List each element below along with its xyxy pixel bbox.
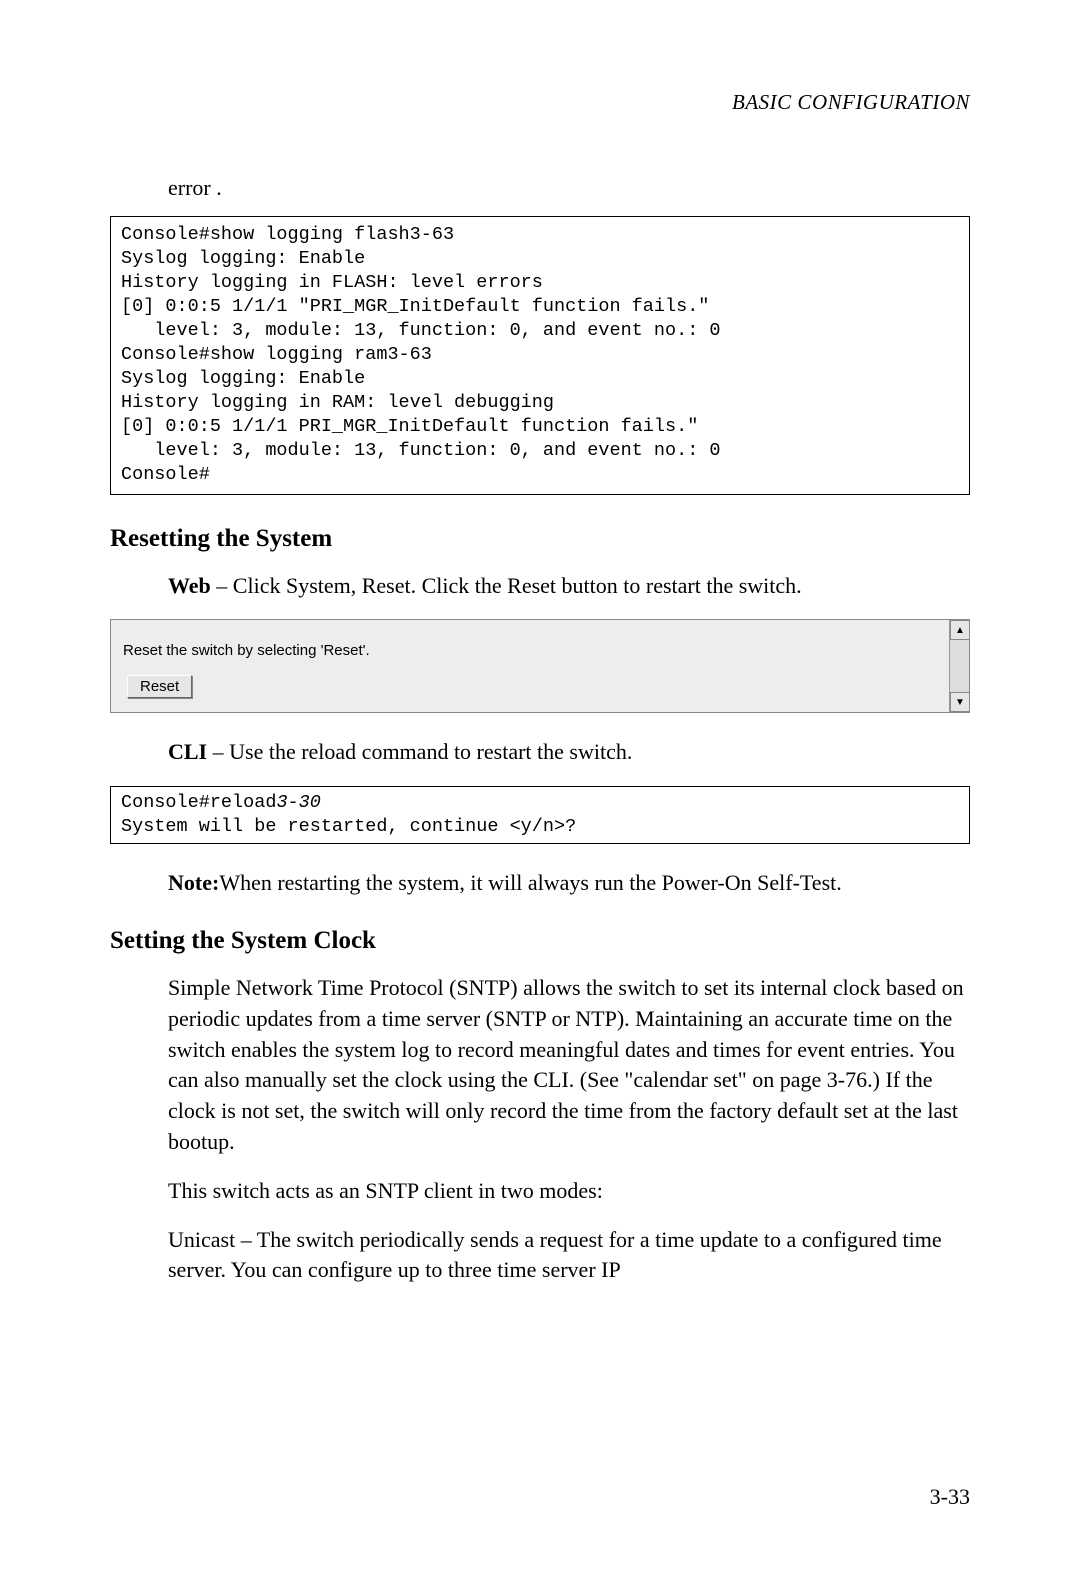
- note-text: Note:When restarting the system, it will…: [168, 868, 970, 899]
- sntp-paragraph-1: Simple Network Time Protocol (SNTP) allo…: [168, 973, 970, 1158]
- reset-button[interactable]: Reset: [127, 675, 192, 698]
- code2-linea: Console#reload: [121, 792, 276, 813]
- gui-instruction-text: Reset the switch by selecting 'Reset'.: [123, 642, 957, 659]
- heading-resetting-system: Resetting the System: [110, 525, 970, 553]
- scroll-up-icon[interactable]: ▲: [950, 620, 970, 640]
- note-rest: When restarting the system, it will alwa…: [219, 870, 841, 895]
- vertical-scrollbar[interactable]: ▲ ▼: [949, 620, 969, 712]
- error-label: error .: [168, 175, 970, 201]
- cli-prefix: CLI: [168, 739, 207, 764]
- heading-system-clock: Setting the System Clock: [110, 927, 970, 955]
- cli-instruction: CLI – Use the reload command to restart …: [168, 737, 970, 768]
- web-instruction: Web – Click System, Reset. Click the Res…: [168, 571, 970, 602]
- code2-italic: 3-30: [276, 792, 320, 813]
- page-header-section: BASIC CONFIGURATION: [110, 90, 970, 115]
- gui-reset-panel: Reset the switch by selecting 'Reset'. R…: [110, 619, 970, 713]
- note-prefix: Note:: [168, 870, 219, 895]
- web-prefix: Web: [168, 573, 211, 598]
- scroll-down-icon[interactable]: ▼: [950, 692, 970, 712]
- code2-lineb: System will be restarted, continue <y/n>…: [121, 816, 576, 837]
- code-block-logging: Console#show logging flash3-63 Syslog lo…: [110, 216, 970, 495]
- sntp-paragraph-2: This switch acts as an SNTP client in tw…: [168, 1176, 970, 1207]
- web-rest: – Click System, Reset. Click the Reset b…: [211, 573, 802, 598]
- page-number: 3-33: [930, 1484, 970, 1510]
- cli-rest: – Use the reload command to restart the …: [207, 739, 632, 764]
- sntp-paragraph-3: Unicast – The switch periodically sends …: [168, 1225, 970, 1287]
- code-block-reload: Console#reload3-30 System will be restar…: [110, 786, 970, 844]
